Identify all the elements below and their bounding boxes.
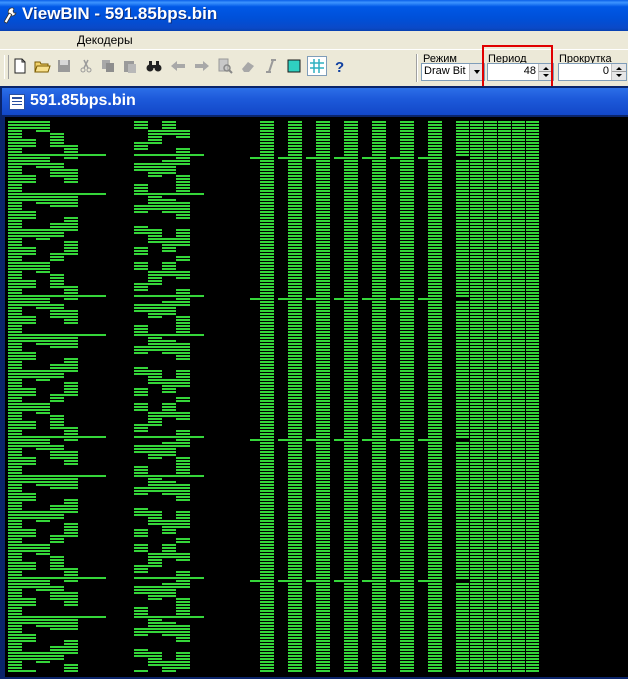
- toolbar-grip[interactable]: [4, 55, 9, 79]
- zoom-button[interactable]: [216, 57, 234, 75]
- scroll-value: 0: [602, 65, 609, 77]
- child-window-title: 591.85bps.bin: [30, 92, 136, 109]
- copy-button[interactable]: [99, 57, 117, 75]
- window-title: ViewBIN - 591.85bps.bin: [22, 4, 218, 23]
- square-icon: [287, 59, 301, 73]
- scroll-spinner[interactable]: 0: [558, 63, 627, 81]
- spin-arrows-icon[interactable]: [611, 64, 626, 80]
- help-icon: ?: [335, 59, 344, 76]
- open-button[interactable]: [33, 57, 51, 75]
- save-icon: [58, 60, 70, 72]
- binoculars-icon: [146, 61, 162, 72]
- grid-icon: [310, 59, 324, 73]
- toolbar-separator: [416, 54, 418, 82]
- mode-select[interactable]: Draw Bit: [421, 63, 485, 81]
- save-button[interactable]: [55, 57, 73, 75]
- help-button[interactable]: ?: [331, 57, 349, 76]
- arrow-left-icon: [171, 61, 185, 71]
- fill-button[interactable]: [285, 57, 303, 75]
- bit-pattern: [8, 121, 539, 672]
- grid-button[interactable]: [307, 56, 327, 76]
- period-highlight-box: [482, 45, 553, 88]
- new-file-icon: [14, 58, 26, 74]
- new-file-button[interactable]: [11, 57, 29, 75]
- eraser-icon: [242, 62, 254, 72]
- open-folder-icon: [34, 61, 51, 73]
- cut-button[interactable]: [77, 57, 95, 75]
- zoom-icon: [218, 58, 233, 74]
- menu-decoders[interactable]: Декодеры: [77, 33, 133, 47]
- svg-text:?: ?: [335, 59, 344, 75]
- italic-button[interactable]: [262, 57, 280, 75]
- italic-icon: [266, 59, 276, 73]
- mode-value: Draw Bit: [424, 65, 466, 77]
- find-button[interactable]: [145, 57, 163, 75]
- bit-view-canvas[interactable]: [5, 117, 628, 677]
- erase-button[interactable]: [239, 57, 257, 75]
- arrow-right-icon: [195, 61, 209, 71]
- paste-button[interactable]: [121, 57, 139, 75]
- copy-icon: [102, 60, 114, 72]
- paste-icon: [124, 61, 136, 73]
- cut-icon: [80, 59, 92, 73]
- forward-button[interactable]: [193, 57, 211, 75]
- document-icon: [9, 94, 25, 110]
- wrench-icon: [4, 7, 17, 24]
- back-button[interactable]: [169, 57, 187, 75]
